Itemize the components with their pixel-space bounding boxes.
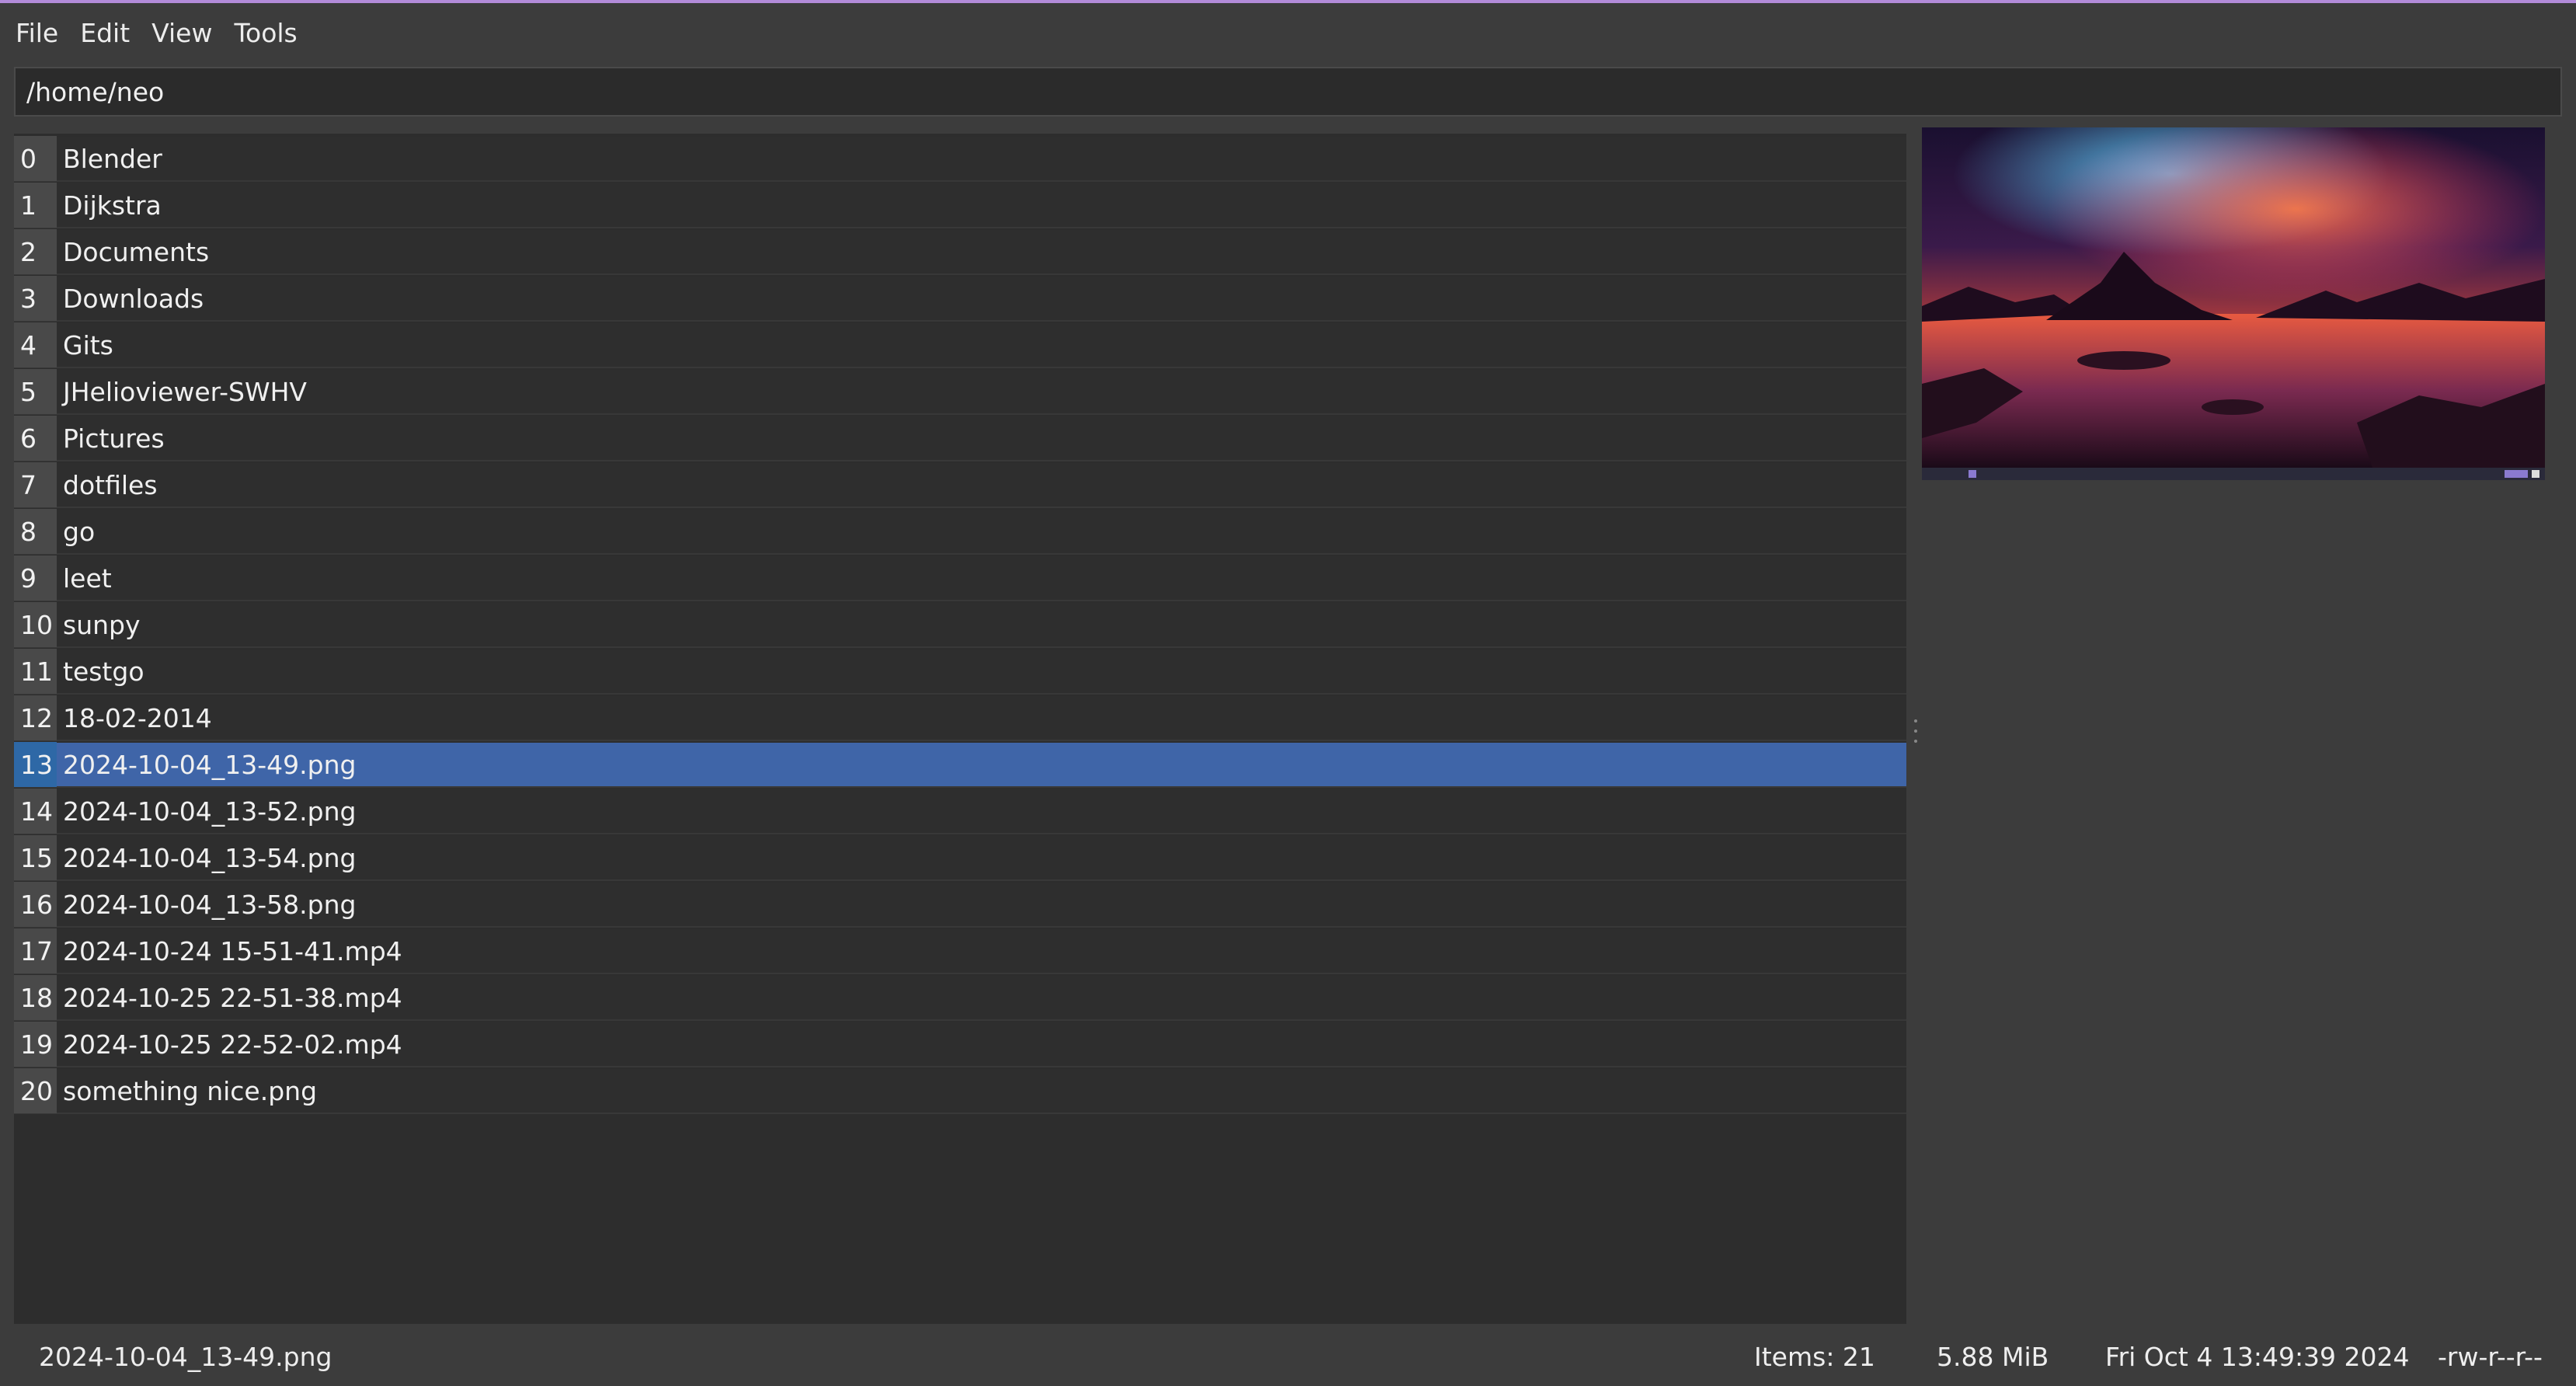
file-row-name: 2024-10-25 22-51-38.mp4 xyxy=(63,982,402,1013)
file-row[interactable]: 5 JHelioviewer-SWHV xyxy=(14,369,1906,415)
file-row-name: Dijkstra xyxy=(63,190,162,221)
file-row-name: go xyxy=(63,516,96,547)
file-row-index: 2 xyxy=(14,229,57,274)
file-row[interactable]: 19 2024-10-25 22-52-02.mp4 xyxy=(14,1022,1906,1067)
file-row-index: 13 xyxy=(14,742,57,787)
file-row[interactable]: 8 go xyxy=(14,509,1906,555)
file-row-index: 3 xyxy=(14,276,57,321)
file-row-index: 4 xyxy=(14,322,57,367)
file-row-index: 12 xyxy=(14,695,57,740)
file-row-name: sunpy xyxy=(63,609,141,640)
file-row-name: Blender xyxy=(63,143,162,174)
file-row[interactable]: 12 18-02-2014 xyxy=(14,695,1906,741)
file-row-index: 11 xyxy=(14,649,57,694)
file-row-name: dotfiles xyxy=(63,469,158,500)
file-list[interactable]: 0 Blender 1 Dijkstra 2 Documents 3 Downloads 4 Gi… xyxy=(14,134,1906,1324)
file-row[interactable]: 6 Pictures xyxy=(14,416,1906,461)
file-row-name: testgo xyxy=(63,656,144,687)
file-row-index: 18 xyxy=(14,975,57,1020)
file-row-name: something nice.png xyxy=(63,1075,318,1106)
status-item-count: Items: 21 xyxy=(1754,1341,1875,1372)
file-row-name: JHelioviewer-SWHV xyxy=(63,376,307,407)
file-row[interactable]: 15 2024-10-04_13-54.png xyxy=(14,835,1906,881)
menu-tools[interactable]: Tools xyxy=(234,18,319,48)
file-row[interactable]: 0 Blender xyxy=(14,136,1906,182)
file-row-index: 0 xyxy=(14,136,57,181)
file-row-name: 2024-10-04_13-52.png xyxy=(63,796,357,827)
file-row-name: Documents xyxy=(63,236,210,267)
file-row-name: 2024-10-04_13-54.png xyxy=(63,842,357,873)
file-row[interactable]: 3 Downloads xyxy=(14,276,1906,322)
file-row-index: 7 xyxy=(14,462,57,507)
file-row[interactable]: 2 Documents xyxy=(14,229,1906,275)
file-row-name: 2024-10-04_13-49.png xyxy=(63,749,357,780)
file-row-index: 17 xyxy=(14,928,57,973)
file-row[interactable]: 14 2024-10-04_13-52.png xyxy=(14,789,1906,834)
file-row-name: 2024-10-24 15-51-41.mp4 xyxy=(63,935,402,966)
file-row-name: Gits xyxy=(63,329,113,360)
file-row-name: 2024-10-25 22-52-02.mp4 xyxy=(63,1029,402,1060)
file-row-index: 20 xyxy=(14,1068,57,1113)
file-row-index: 8 xyxy=(14,509,57,554)
file-row[interactable]: 13 2024-10-04_13-49.png xyxy=(14,742,1906,788)
status-modified-date: Fri Oct 4 13:49:39 2024 xyxy=(2105,1341,2410,1372)
path-input[interactable]: /home/neo xyxy=(14,67,2562,117)
status-bar: 2024-10-04_13-49.png Items: 21 5.88 MiB … xyxy=(0,1324,2576,1386)
file-row[interactable]: 9 leet xyxy=(14,555,1906,601)
file-row-index: 5 xyxy=(14,369,57,414)
file-row-name: leet xyxy=(63,562,112,594)
preview-image xyxy=(1922,127,2545,480)
menu-view[interactable]: View xyxy=(151,18,234,48)
file-row-name: 2024-10-04_13-58.png xyxy=(63,889,357,920)
file-row-index: 10 xyxy=(14,602,57,647)
file-row[interactable]: 4 Gits xyxy=(14,322,1906,368)
file-row-index: 1 xyxy=(14,183,57,228)
status-filename: 2024-10-04_13-49.png xyxy=(39,1341,332,1372)
menu-edit[interactable]: Edit xyxy=(80,18,151,48)
file-row-index: 19 xyxy=(14,1022,57,1067)
file-row[interactable]: 20 something nice.png xyxy=(14,1068,1906,1114)
panel-splitter-handle[interactable] xyxy=(1913,719,1918,743)
file-row[interactable]: 16 2024-10-04_13-58.png xyxy=(14,882,1906,928)
file-row-index: 9 xyxy=(14,555,57,601)
file-row[interactable]: 7 dotfiles xyxy=(14,462,1906,508)
file-row-name: 18-02-2014 xyxy=(63,702,212,733)
file-row[interactable]: 1 Dijkstra xyxy=(14,183,1906,228)
file-row[interactable]: 17 2024-10-24 15-51-41.mp4 xyxy=(14,928,1906,974)
file-row-name: Downloads xyxy=(63,283,204,314)
status-permissions: -rw-r--r-- xyxy=(2438,1341,2543,1372)
file-row[interactable]: 10 sunpy xyxy=(14,602,1906,648)
file-row-name: Pictures xyxy=(63,423,165,454)
file-row[interactable]: 11 testgo xyxy=(14,649,1906,695)
image-preview xyxy=(1922,127,2545,480)
file-row-index: 14 xyxy=(14,789,57,834)
file-row-index: 16 xyxy=(14,882,57,927)
menu-file[interactable]: File xyxy=(16,18,80,48)
menu-bar: File Edit View Tools xyxy=(0,6,2576,59)
file-row-index: 15 xyxy=(14,835,57,880)
file-row-index: 6 xyxy=(14,416,57,461)
file-row[interactable]: 18 2024-10-25 22-51-38.mp4 xyxy=(14,975,1906,1021)
status-file-size: 5.88 MiB xyxy=(1937,1341,2049,1372)
